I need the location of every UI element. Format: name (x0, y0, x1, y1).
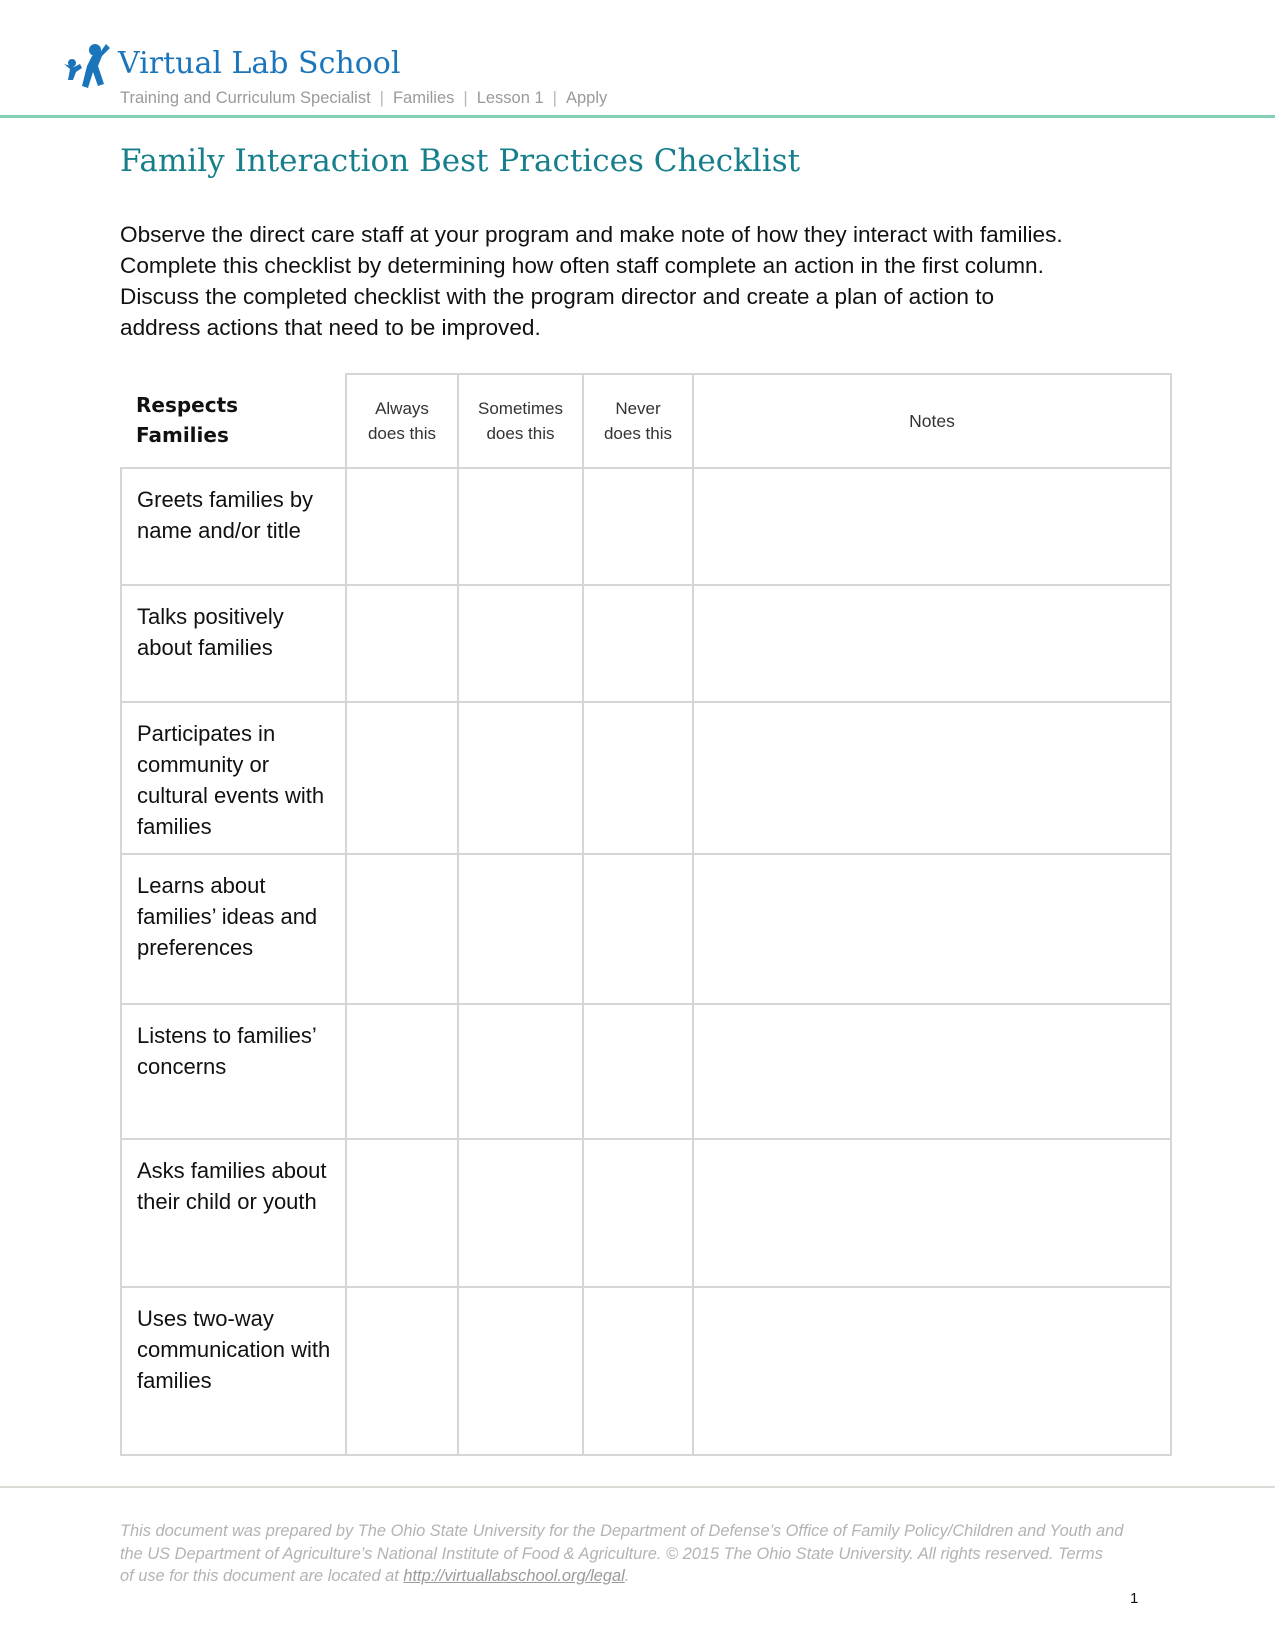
never-cell[interactable] (582, 1138, 694, 1288)
footer-line: of use for this document are located at … (120, 1565, 1160, 1588)
column-header-never: Never does this (582, 373, 694, 469)
sometimes-cell[interactable] (457, 1138, 584, 1288)
behavior-label: Uses two-way communication with families (120, 1286, 347, 1456)
brand-name: Virtual Lab School (118, 46, 401, 81)
always-cell[interactable] (345, 853, 459, 1005)
notes-cell[interactable] (692, 1286, 1172, 1456)
column-header-line: does this (367, 424, 437, 443)
intro-line: Observe the direct care staff at your pr… (120, 222, 1063, 247)
sometimes-cell[interactable] (457, 467, 584, 586)
footer-divider (0, 1486, 1275, 1488)
never-cell[interactable] (582, 1003, 694, 1140)
header-row: Respects Families Always does this Sometim… (121, 373, 1172, 469)
column-header-line: Sometimes (477, 399, 564, 418)
checklist-row: Listens to families’ concerns (120, 1003, 1172, 1140)
always-cell[interactable] (345, 1003, 459, 1140)
notes-cell[interactable] (692, 584, 1172, 703)
checklist-row: Uses two-way communication with families (120, 1286, 1172, 1456)
sometimes-cell[interactable] (457, 701, 584, 855)
footer-text: . (624, 1567, 630, 1585)
behavior-label: Talks positively about families (120, 584, 347, 703)
sometimes-cell[interactable] (457, 584, 584, 703)
breadcrumb-separator: | (463, 89, 468, 107)
behavior-label: Listens to families’ concerns (120, 1003, 347, 1140)
notes-cell[interactable] (692, 1003, 1172, 1140)
sometimes-cell[interactable] (457, 853, 584, 1005)
behavior-label: Learns about families’ ideas and prefere… (120, 853, 347, 1005)
never-cell[interactable] (582, 853, 694, 1005)
intro-line: address actions that need to be improved… (120, 315, 541, 340)
never-cell[interactable] (582, 467, 694, 586)
always-cell[interactable] (345, 467, 459, 586)
breadcrumb-separator: | (552, 89, 557, 107)
behavior-label: Participates in community or cultural ev… (120, 701, 347, 855)
footer-line: the US Department of Agriculture’s Natio… (120, 1544, 1103, 1563)
people-jumping-icon (64, 40, 110, 88)
sometimes-cell[interactable] (457, 1003, 584, 1140)
column-header-line: does this (486, 424, 555, 443)
breadcrumb-item-section: Apply (565, 89, 608, 107)
notes-cell[interactable] (692, 1138, 1172, 1288)
page-number: 1 (1130, 1590, 1139, 1607)
footer-line: This document was prepared by The Ohio S… (120, 1522, 1124, 1540)
always-cell[interactable] (345, 701, 459, 855)
always-cell[interactable] (345, 1286, 459, 1456)
checklist-table: Respects Families Always does this Sometim… (120, 373, 1172, 1456)
breadcrumb-separator: | (379, 89, 384, 107)
header-divider (0, 115, 1275, 118)
intro-line: Discuss the completed checklist with the… (120, 284, 995, 309)
notes-cell[interactable] (692, 467, 1172, 586)
sometimes-cell[interactable] (457, 1286, 584, 1456)
checklist-row: Greets families by name and/or title (120, 467, 1172, 586)
breadcrumb-item-track: Families (392, 89, 455, 107)
page-title: Family Interaction Best Practices Checkl… (120, 143, 801, 179)
column-header-line: Always (375, 399, 429, 418)
checklist-row: Asks families about their child or youth (120, 1138, 1172, 1288)
copyright-notice: This document was prepared by The Ohio S… (120, 1520, 1160, 1588)
always-cell[interactable] (345, 1138, 459, 1288)
checklist-row: Talks positively about families (120, 584, 1172, 703)
behavior-label: Asks families about their child or youth (120, 1138, 347, 1288)
breadcrumb-item-lesson: Lesson 1 (476, 89, 544, 107)
never-cell[interactable] (582, 1286, 694, 1456)
column-header-line: does this (603, 424, 673, 443)
never-cell[interactable] (582, 584, 694, 703)
notes-cell[interactable] (692, 701, 1172, 855)
column-header-notes: Notes (692, 373, 1172, 469)
breadcrumb-item-course: Training and Curriculum Specialist (120, 89, 371, 107)
section-heading: Respects Families (121, 374, 347, 469)
checklist-row: Learns about families’ ideas and prefere… (120, 853, 1172, 1005)
column-header-always: Always does this (345, 373, 459, 469)
intro-line: Complete this checklist by determining h… (120, 253, 1044, 278)
legal-link[interactable]: http://virtuallabschool.org/legal (403, 1567, 624, 1585)
intro-paragraph: Observe the direct care staff at your pr… (120, 219, 1180, 343)
behavior-label: Greets families by name and/or title (120, 467, 347, 586)
notes-cell[interactable] (692, 853, 1172, 1005)
always-cell[interactable] (345, 584, 459, 703)
column-header-line: Never (615, 399, 661, 418)
never-cell[interactable] (582, 701, 694, 855)
column-header-sometimes: Sometimes does this (457, 373, 584, 469)
footer-text: of use for this document are located at (120, 1567, 404, 1585)
breadcrumb: Training and Curriculum Specialist | Famil… (120, 89, 607, 108)
checklist-row: Participates in community or cultural ev… (120, 701, 1172, 855)
